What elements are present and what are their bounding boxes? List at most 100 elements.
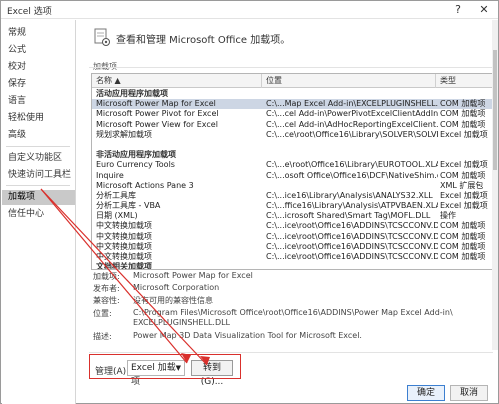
detail-label: 兼容性: [93, 296, 120, 305]
cell-location: C:\...ce\root\Office16\Library\SOLVER\SO… [266, 129, 438, 139]
table-row[interactable]: Euro Currency Tools C:\...e\root\Office16… [92, 160, 493, 170]
sidebar-item-general[interactable]: 常规 [2, 26, 75, 41]
cell-type: 操作 [440, 211, 456, 221]
cell-location: C:\...ice\root\Office16\ADDINS\TCSCCONV.… [266, 231, 438, 241]
sidebar-divider [6, 185, 70, 186]
cell-type: COM 加载项 [440, 109, 486, 119]
sidebar-item-language[interactable]: 语言 [2, 94, 75, 109]
cell-type: COM 加载项 [440, 252, 486, 261]
cell-name: Microsoft Actions Pane 3 [96, 180, 194, 190]
table-row[interactable]: 中文转换加载项 C:\...ice\root\Office16\ADDINS\TC… [92, 242, 493, 252]
cell-type: XML 扩展包 [440, 180, 484, 190]
cell-name: Inquire [96, 170, 124, 180]
cell-location: C:\...ffice16\Library\Analysis\ATPVBAEN.… [266, 201, 438, 211]
detail-value: Microsoft Power Map for Excel [133, 271, 253, 280]
table-group-header: 非活动应用程序加载项 [92, 150, 493, 160]
table-row[interactable]: 分析工具库 - VBA C:\...ffice16\Library\Analysi… [92, 201, 493, 211]
table-row[interactable]: 中文转换加载项 C:\...ice\root\Office16\ADDINS\TC… [92, 221, 493, 231]
cell-name: 中文转换加载项 [96, 231, 152, 241]
group-label: 活动应用程序加载项 [96, 89, 168, 98]
cell-location: C:\...ice16\Library\Analysis\ANALYS32.XL… [266, 190, 433, 200]
cell-location: C:\...Map Excel Add-in\EXCELPLUGINSHELL.… [266, 99, 438, 109]
cell-name: Microsoft Power Pivot for Excel [96, 109, 219, 119]
section-divider [89, 67, 493, 68]
cell-type: COM 加载项 [440, 231, 486, 241]
bottom-divider [89, 352, 493, 353]
group-label: 非活动应用程序加载项 [96, 150, 176, 160]
cell-location: C:\...cel Add-in\PowerPivotExcelClientAd… [266, 109, 438, 119]
close-icon[interactable]: ✕ [473, 2, 495, 18]
table-row[interactable]: 分析工具库 C:\...ice16\Library\Analysis\ANALYS… [92, 191, 493, 201]
column-header-location[interactable]: 位置 [262, 74, 436, 88]
sidebar-item-advanced[interactable]: 高级 [2, 128, 75, 143]
table-row[interactable]: Microsoft Actions Pane 3 XML 扩展包 [92, 181, 493, 191]
cell-location: C:\...ice\root\Office16\ADDINS\TCSCCONV.… [266, 252, 438, 261]
cell-name: 中文转换加载项 [96, 252, 152, 261]
cell-location: C:\...osoft Office\Office16\DCF\NativeSh… [266, 170, 438, 180]
cell-location: C:\...ice\root\Office16\ADDINS\TCSCCONV.… [266, 221, 438, 231]
help-icon[interactable]: ? [447, 2, 469, 18]
sidebar-item-proofing[interactable]: 校对 [2, 60, 75, 75]
cell-type: COM 加载项 [440, 241, 486, 251]
table-header: 名称 ▲ 位置 类型 [92, 74, 493, 88]
detail-label: 位置: [93, 309, 112, 318]
sidebar-item-addins[interactable]: 加载项 [2, 190, 75, 205]
table-row[interactable]: 中文转换加载项 C:\...ice\root\Office16\ADDINS\TC… [92, 252, 493, 262]
sidebar-item-save[interactable]: 保存 [2, 77, 75, 92]
cell-type: Excel 加载项 [440, 201, 488, 211]
cell-name: 中文转换加载项 [96, 221, 152, 231]
column-header-type[interactable]: 类型 [436, 74, 493, 88]
table-group-header: 活动应用程序加载项 [92, 89, 493, 99]
cell-name: 分析工具库 [96, 190, 136, 200]
cell-name: Microsoft Power Map for Excel [96, 99, 216, 109]
addins-table: 名称 ▲ 位置 类型 活动应用程序加载项 Microsoft Power Map … [91, 73, 494, 270]
detail-value: 没有可用的兼容性信息 [133, 296, 213, 305]
detail-value: C:\Program Files\Microsoft Office\root\O… [133, 308, 453, 317]
cell-name: Euro Currency Tools [96, 160, 175, 170]
cell-type: COM 加载项 [440, 221, 486, 231]
table-row[interactable]: Microsoft Power Map for Excel C:\...Map E… [92, 99, 493, 110]
cell-location: C:\...icrosoft Shared\Smart Tag\MOFL.DLL [266, 211, 431, 221]
cell-name: 规划求解加载项 [96, 129, 152, 139]
table-body: 活动应用程序加载项 Microsoft Power Map for Excel C:… [92, 89, 493, 270]
page-title: 查看和管理 Microsoft Office 加载项。 [116, 35, 291, 46]
sidebar-divider [6, 146, 70, 147]
cell-name: Microsoft Power View for Excel [96, 119, 218, 129]
column-header-name[interactable]: 名称 ▲ [92, 74, 262, 88]
cell-type: Excel 加载项 [440, 129, 488, 139]
detail-label: 加载项: [93, 272, 120, 281]
table-row[interactable]: 中文转换加载项 C:\...ice\root\Office16\ADDINS\TC… [92, 232, 493, 242]
cell-type: COM 加载项 [440, 170, 486, 180]
detail-label: 描述: [93, 332, 112, 341]
sidebar-item-formulas[interactable]: 公式 [2, 43, 75, 58]
sidebar-item-customize-ribbon[interactable]: 自定义功能区 [2, 151, 75, 166]
ok-button[interactable]: 确定 [407, 385, 445, 401]
options-sidebar: 常规 公式 校对 保存 语言 轻松使用 高级 自定义功能区 快速访问工具栏 加载… [2, 20, 76, 404]
sidebar-item-trust-center[interactable]: 信任中心 [2, 207, 75, 222]
group-label: 文档相关加载项 [96, 262, 152, 270]
annotation-highlight-box [89, 354, 241, 379]
table-row[interactable]: Microsoft Power Pivot for Excel C:\...cel… [92, 109, 493, 119]
table-row[interactable]: 日期 (XML) C:\...icrosoft Shared\Smart Tag\… [92, 211, 493, 221]
dialog-scrollbar[interactable] [492, 20, 498, 350]
scrollbar-thumb[interactable] [493, 50, 497, 170]
addins-gear-icon [94, 28, 110, 46]
cell-type: Excel 加载项 [440, 190, 488, 200]
window-title: Excel 选项 [7, 7, 52, 17]
title-bar: Excel 选项 ? ✕ [1, 1, 498, 19]
table-row[interactable]: Microsoft Power View for Excel C:\...cel … [92, 120, 493, 130]
sidebar-item-accessibility[interactable]: 轻松使用 [2, 111, 75, 126]
cell-location: C:\...ice\root\Office16\ADDINS\TCSCCONV.… [266, 241, 438, 251]
cancel-button[interactable]: 取消 [450, 385, 488, 401]
sidebar-item-quick-access-toolbar[interactable]: 快速访问工具栏 [2, 168, 75, 183]
cell-name: 分析工具库 - VBA [96, 201, 161, 211]
cell-type: Excel 加载项 [440, 160, 488, 170]
cell-name: 中文转换加载项 [96, 241, 152, 251]
table-row[interactable]: 规划求解加载项 C:\...ce\root\Office16\Library\SO… [92, 130, 493, 140]
cell-location: C:\...cel Add-in\AdHocReportingExcelClie… [266, 119, 438, 129]
excel-options-dialog: Excel 选项 ? ✕ 常规 公式 校对 保存 语言 轻松使用 高级 自定义功… [0, 0, 499, 404]
detail-value: Microsoft Corporation [133, 283, 220, 292]
cell-type: COM 加载项 [440, 119, 486, 129]
cell-name: 日期 (XML) [96, 211, 138, 221]
table-row[interactable]: Inquire C:\...osoft Office\Office16\DCF\N… [92, 171, 493, 181]
